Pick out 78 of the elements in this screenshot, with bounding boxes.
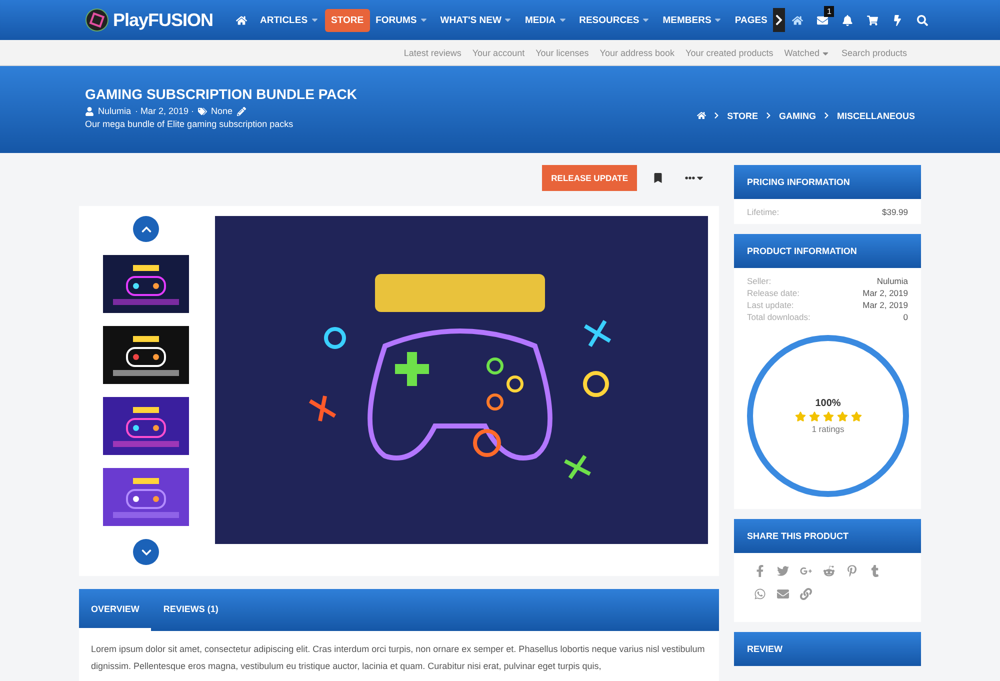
nav-item[interactable]: RESOURCES <box>573 8 657 32</box>
product-title: GAMING SUBSCRIPTION BUNDLE PACK <box>85 86 357 102</box>
subnav-link[interactable]: Your licenses <box>536 48 589 58</box>
google-plus-icon[interactable] <box>800 565 812 577</box>
email-icon[interactable] <box>777 588 789 600</box>
tagline: Our mega bundle of Elite gaming subscription packs <box>85 119 294 129</box>
info-value: $39.99 <box>882 206 908 218</box>
subnav-link[interactable]: Your address book <box>600 48 675 58</box>
facebook-icon[interactable] <box>754 565 766 577</box>
nav-item[interactable]: MEMBERS <box>656 8 729 32</box>
user-icon <box>85 106 94 116</box>
chevron-down-icon <box>140 546 152 558</box>
tag-icon <box>198 106 208 116</box>
logo-text[interactable]: PlayFUSION <box>113 10 214 30</box>
breadcrumb-link[interactable]: STORE <box>727 110 758 120</box>
reddit-icon[interactable] <box>823 565 835 577</box>
author-link[interactable]: Nulumia <box>98 106 132 116</box>
home-icon[interactable] <box>236 14 248 26</box>
info-label: Last update: <box>747 299 794 311</box>
subnav-link[interactable]: Your created products <box>686 48 774 58</box>
release-update-button[interactable]: RELEASE UPDATE <box>542 165 637 191</box>
bolt-icon[interactable] <box>892 14 904 26</box>
scroll-down-button[interactable] <box>133 539 159 565</box>
nav-item[interactable]: WHAT'S NEW <box>434 8 519 32</box>
star-icon <box>808 411 820 422</box>
link-icon[interactable] <box>800 588 812 600</box>
tumblr-icon[interactable] <box>869 565 881 577</box>
tab[interactable]: REVIEWS (1) <box>151 589 230 631</box>
bell-icon[interactable] <box>842 14 854 26</box>
overview-text: Lorem ipsum dolor sit amet, consectetur adipiscing elit. Cras interdum orci turpis, non ornare ex semper et. Phasellus lobortis neque varius nisl vestibulum dignissim. Pellentesque eros magna, vestibulum eu tristique auctor, lacinia et quam. Curabitur nisi erat, pulvinar eget turpis quis, <box>79 631 719 681</box>
inbox-icon[interactable] <box>817 14 828 26</box>
subnav-link[interactable]: Your account <box>472 48 525 58</box>
nav-item[interactable]: MEDIA <box>518 8 574 32</box>
home-icon[interactable] <box>697 111 706 120</box>
date-text: · Mar 2, 2019 · <box>135 106 194 116</box>
nav-item[interactable]: ARTICLES <box>254 8 326 32</box>
twitter-icon[interactable] <box>777 565 789 577</box>
info-value: Mar 2, 2019 <box>862 299 908 311</box>
star-icon <box>822 411 834 422</box>
chevron-up-icon <box>140 224 152 234</box>
info-label: Lifetime: <box>747 206 780 218</box>
pinterest-icon[interactable] <box>846 565 858 577</box>
chevron-icon <box>764 112 772 119</box>
pencil-icon[interactable] <box>236 106 246 116</box>
chevron-icon <box>822 112 830 119</box>
info-label: Total downloads: <box>747 311 810 323</box>
star-icon <box>836 411 848 422</box>
home-icon[interactable] <box>792 14 804 26</box>
info-label: Release date: <box>747 287 800 299</box>
inbox-badge: 1 <box>824 6 834 16</box>
block-header: REVIEW <box>734 632 921 666</box>
whatsapp-icon[interactable] <box>754 588 766 600</box>
block-header: PRICING INFORMATION <box>734 165 921 199</box>
nav-item[interactable]: FORUMS <box>370 8 434 32</box>
rating-count: 1 ratings <box>812 424 844 434</box>
subnav-link[interactable]: Watched <box>784 48 830 58</box>
nav-item[interactable]: PAGES <box>728 8 774 32</box>
search-icon[interactable] <box>917 14 928 26</box>
scroll-right-button[interactable] <box>773 8 786 32</box>
block-header: PRODUCT INFORMATION <box>734 234 921 268</box>
logo-icon <box>85 8 109 32</box>
chevron-icon <box>713 112 720 119</box>
cart-icon[interactable] <box>867 14 878 26</box>
info-value: 0 <box>903 311 908 323</box>
block-header: SHARE THIS PRODUCT <box>734 519 921 553</box>
tags-text[interactable]: None <box>211 106 233 116</box>
info-value: Nulumia <box>876 275 908 287</box>
star-icon <box>794 411 806 422</box>
scroll-up-button[interactable] <box>133 216 159 242</box>
info-value: Mar 2, 2019 <box>862 287 908 299</box>
info-label: Seller: <box>747 275 772 287</box>
breadcrumb-link[interactable]: MISCELLANEOUS <box>836 110 915 120</box>
subnav-link[interactable]: Search products <box>841 48 907 58</box>
breadcrumb-link[interactable]: GAMING <box>778 110 816 120</box>
subnav-link[interactable]: Latest reviews <box>404 48 462 58</box>
nav-item[interactable]: STORE <box>325 8 370 32</box>
rating-percent: 100% <box>815 398 841 409</box>
star-icon <box>850 411 862 422</box>
